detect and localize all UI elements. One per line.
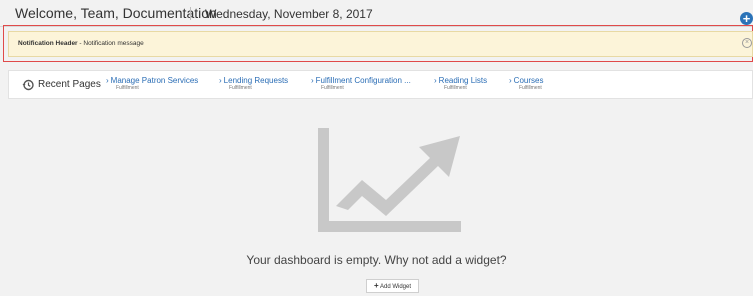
chevron-right-icon: ›	[106, 76, 109, 85]
notification-bar: Notification Header - Notification messa…	[8, 31, 753, 57]
notification-text: Notification Header - Notification messa…	[18, 40, 144, 47]
add-widget-label: Add Widget	[379, 284, 412, 290]
recent-page-subtitle: Fulfillment	[116, 85, 139, 91]
notification-message: Notification message	[83, 40, 144, 47]
recent-page-subtitle: Fulfillment	[229, 85, 252, 91]
plus-icon: +	[373, 281, 379, 290]
recent-page-item[interactable]: › Fulfillment Configuration ... Fulfillme…	[311, 76, 411, 92]
history-icon	[22, 79, 34, 91]
recent-page-subtitle: Fulfillment	[321, 85, 344, 91]
recent-page-title[interactable]: Reading Lists	[439, 76, 487, 85]
chevron-right-icon: ›	[311, 76, 314, 85]
recent-page-item[interactable]: › Courses Fulfillment	[509, 76, 543, 92]
chevron-right-icon: ›	[219, 76, 222, 85]
recent-pages-bar: Recent Pages › Manage Patron Services Ful…	[8, 70, 753, 99]
chevron-right-icon: ›	[434, 76, 437, 85]
welcome-text: Welcome, Team, Documentation	[15, 5, 217, 21]
recent-page-subtitle: Fulfillment	[444, 85, 467, 91]
close-icon[interactable]: ×	[742, 38, 752, 48]
recent-page-title[interactable]: Courses	[514, 76, 544, 85]
chevron-right-icon: ›	[509, 76, 512, 85]
recent-page-title[interactable]: Lending Requests	[224, 76, 289, 85]
recent-page-item[interactable]: › Reading Lists Fulfillment	[434, 76, 487, 92]
add-plus-icon[interactable]: +	[740, 12, 753, 25]
notification-title: Notification Header	[18, 40, 78, 47]
chart-trend-icon	[318, 128, 461, 232]
recent-page-item[interactable]: › Lending Requests Fulfillment	[219, 76, 288, 92]
recent-page-title[interactable]: Fulfillment Configuration ...	[316, 76, 411, 85]
recent-pages-label: Recent Pages	[38, 79, 101, 90]
page-header: Welcome, Team, Documentation Wednesday, …	[0, 0, 753, 27]
empty-dashboard-message: Your dashboard is empty. Why not add a w…	[246, 253, 507, 267]
header-divider	[190, 7, 191, 20]
date-text: Wednesday, November 8, 2017	[205, 7, 373, 21]
recent-page-item[interactable]: › Manage Patron Services Fulfillment	[106, 76, 198, 92]
recent-page-subtitle: Fulfillment	[519, 85, 542, 91]
recent-page-title[interactable]: Manage Patron Services	[111, 76, 199, 85]
add-widget-button[interactable]: + Add Widget	[366, 279, 419, 293]
